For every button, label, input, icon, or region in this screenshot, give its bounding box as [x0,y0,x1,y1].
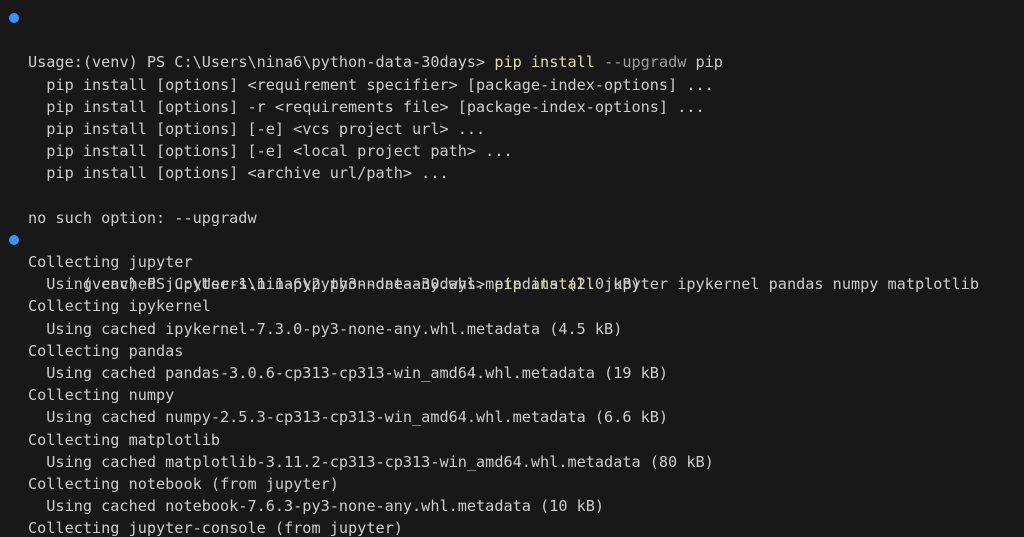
output-line: Collecting pandas [28,341,184,360]
success-dot-icon[interactable] [9,234,19,245]
output-line: Collecting numpy [28,386,175,405]
usage-line: pip install [options] -r <requirements f… [28,97,705,116]
output-line: Collecting ipykernel [28,297,211,316]
error-line: no such option: --upgradw [28,208,257,227]
output-line: Collecting matplotlib [28,430,221,449]
usage-line: pip install [options] <requirement speci… [28,75,714,94]
usage-line: pip install [options] <archive url/path>… [28,164,449,183]
terminal-panel[interactable]: (venv) PS C:\Users\nina6\python-data-30d… [0,0,1024,537]
output-line: Using cached jupyter-1.1.1-py2.py3-none-… [28,275,641,294]
usage-line: pip install [options] [-e] <vcs project … [28,119,486,138]
prompt-line: (venv) PS C:\Users\nina6\python-data-30d… [0,229,1024,293]
prompt-line: (venv) PS C:\Users\nina6\python-data-30d… [0,7,1024,71]
output-line: Using cached matplotlib-3.11.2-cp313-cp3… [28,452,714,471]
output-line: Using cached ipykernel-7.3.0-py3-none-an… [28,319,623,338]
usage-line: pip install [options] [-e] <local projec… [28,142,513,161]
output-line: Collecting jupyter-console (from jupyter… [28,519,403,537]
success-dot-icon[interactable] [9,13,19,23]
output-line: Using cached notebook-7.6.3-py3-none-any… [28,497,605,516]
output-line: Collecting jupyter [28,253,193,272]
output-line: Using cached pandas-3.0.6-cp313-cp313-wi… [28,364,669,382]
output-line: Using cached numpy-2.5.3-cp313-cp313-win… [28,408,669,427]
terminal-output: (venv) PS C:\Users\nina6\python-data-30d… [0,7,1024,537]
usage-line: Usage: [28,53,83,72]
output-line: Collecting notebook (from jupyter) [28,474,339,493]
